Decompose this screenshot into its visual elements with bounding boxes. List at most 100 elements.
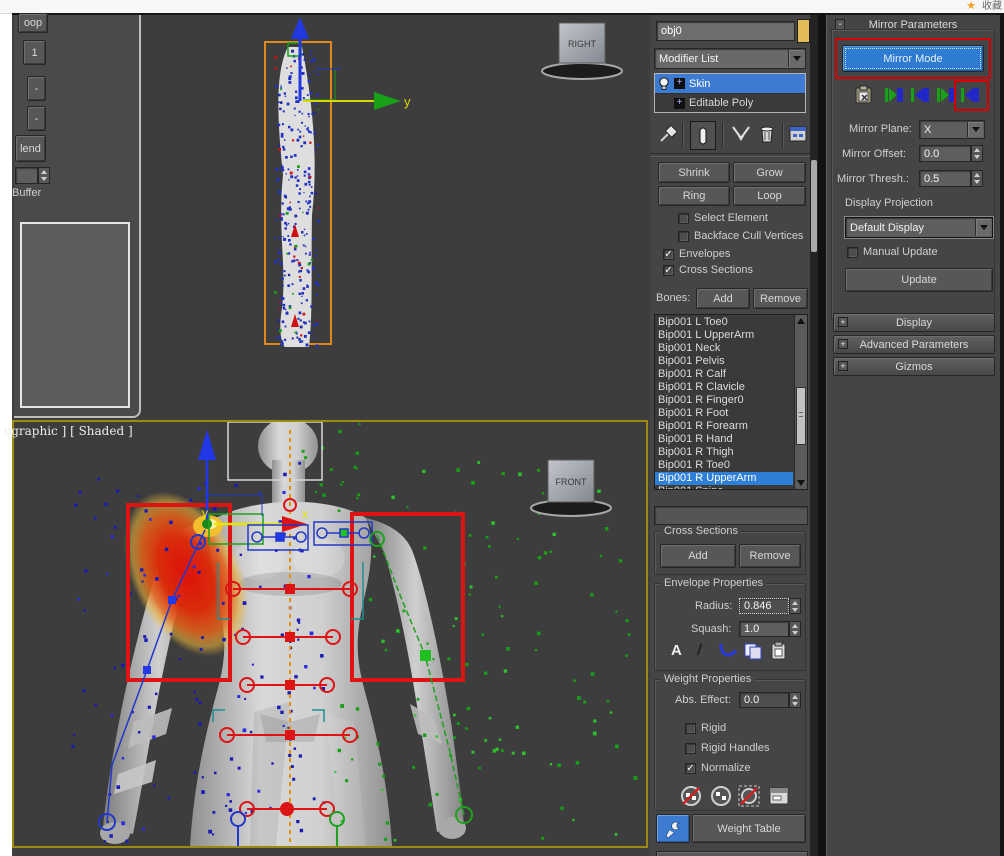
bone-list-item[interactable]: Bip001 R UpperArm bbox=[655, 472, 793, 485]
mirror-mode-button[interactable]: Mirror Mode bbox=[842, 45, 984, 72]
bone-list-item[interactable]: Bip001 Neck bbox=[655, 342, 793, 355]
viewcube-right[interactable]: RIGHT bbox=[542, 23, 622, 79]
bone-list-item[interactable]: Bip001 R Forearm bbox=[655, 420, 793, 433]
dialog-button-minus-2[interactable]: - bbox=[27, 106, 46, 131]
pin-stack-icon[interactable] bbox=[658, 124, 678, 144]
copy-icon[interactable] bbox=[743, 642, 763, 660]
panel-scrollbar[interactable] bbox=[810, 15, 818, 856]
bone-name-field[interactable] bbox=[654, 506, 808, 525]
backface-cull-checkbox[interactable]: Backface Cull Vertices bbox=[678, 230, 803, 242]
update-button[interactable]: Update bbox=[845, 268, 993, 292]
viewcube-front[interactable]: FRONT bbox=[531, 460, 611, 516]
radius-spinner[interactable] bbox=[789, 598, 801, 614]
rollout-gizmos[interactable]: +Gizmos bbox=[833, 357, 995, 376]
viewport-front[interactable]: y x bbox=[12, 420, 648, 848]
include-verts-icon[interactable] bbox=[709, 784, 733, 808]
bones-remove-button[interactable]: Remove bbox=[753, 288, 808, 309]
radius-field[interactable]: 0.846 bbox=[739, 598, 789, 614]
dialog-spinner-field[interactable] bbox=[15, 167, 38, 184]
panel-scrollbar-thumb[interactable] bbox=[811, 160, 817, 252]
squash-spinner[interactable] bbox=[789, 621, 801, 637]
rigid-handles-checkbox[interactable]: Rigid Handles bbox=[685, 742, 769, 754]
manual-update-checkbox[interactable]: Manual Update bbox=[847, 246, 938, 258]
make-unique-icon[interactable] bbox=[730, 124, 752, 144]
mirror-thresh-field[interactable]: 0.5 bbox=[919, 170, 971, 187]
lightbulb-icon[interactable] bbox=[658, 77, 670, 91]
scrollbar-thumb[interactable] bbox=[796, 387, 806, 445]
bone-list-item[interactable]: Bip001 R Hand bbox=[655, 433, 793, 446]
cs-add-button[interactable]: Add bbox=[660, 544, 736, 568]
modifier-list-dropdown[interactable]: Modifier List bbox=[654, 48, 806, 69]
bone-list-item[interactable]: Bip001 R Foot bbox=[655, 407, 793, 420]
bone-list-item[interactable]: Bip001 R Calf bbox=[655, 368, 793, 381]
bake-weights-icon[interactable] bbox=[767, 784, 791, 808]
mirror-plane-arrow-icon[interactable] bbox=[967, 122, 983, 137]
bones-add-button[interactable]: Add bbox=[696, 288, 750, 309]
bone-list-item[interactable]: Bip001 L Toe0 bbox=[655, 316, 793, 329]
modifier-list-arrow-icon[interactable] bbox=[788, 50, 804, 67]
mirror-thresh-spinner[interactable] bbox=[971, 170, 983, 187]
remove-modifier-icon[interactable] bbox=[758, 123, 776, 145]
expand-icon[interactable]: + bbox=[838, 339, 848, 349]
bone-list-item[interactable]: Bip001 R Toe0 bbox=[655, 459, 793, 472]
expand-icon[interactable]: + bbox=[838, 317, 848, 327]
dialog-spinner[interactable] bbox=[38, 167, 50, 184]
scroll-up-icon[interactable] bbox=[797, 318, 805, 324]
expand-box-icon[interactable]: + bbox=[674, 78, 685, 89]
viewport-label[interactable]: ographic ] [ Shaded ] bbox=[4, 424, 133, 438]
dialog-button-1[interactable]: 1 bbox=[23, 40, 46, 65]
select-excluded-verts-icon[interactable] bbox=[737, 784, 761, 808]
paste-icon[interactable] bbox=[769, 641, 789, 661]
expand-icon[interactable]: + bbox=[838, 361, 848, 371]
stack-row-skin[interactable]: + Skin bbox=[655, 74, 805, 94]
viewport-right[interactable]: y RIGHT bbox=[141, 15, 650, 419]
cs-remove-button[interactable]: Remove bbox=[739, 544, 801, 568]
bookmark-label[interactable]: 收藏 bbox=[982, 1, 1002, 12]
dialog-button-minus-1[interactable]: - bbox=[27, 76, 46, 101]
paste-blue-to-green-bones-icon[interactable] bbox=[911, 86, 929, 104]
mirror-offset-field[interactable]: 0.0 bbox=[919, 145, 971, 162]
object-color-swatch[interactable] bbox=[797, 19, 810, 43]
object-name-field[interactable]: obj0 bbox=[656, 21, 795, 41]
bone-list-item[interactable]: Bip001 L UpperArm bbox=[655, 329, 793, 342]
dialog-button-loop[interactable]: oop bbox=[18, 13, 48, 33]
envelopes-checkbox[interactable]: ✓Envelopes bbox=[663, 248, 730, 260]
paste-green-to-blue-verts-icon[interactable] bbox=[937, 86, 955, 104]
rollout-advanced-parameters[interactable]: +Advanced Parameters bbox=[833, 335, 995, 354]
bones-scrollbar[interactable] bbox=[794, 315, 807, 489]
select-element-checkbox[interactable]: Select Element bbox=[678, 212, 768, 224]
cross-sections-checkbox[interactable]: ✓Cross Sections bbox=[663, 264, 753, 276]
curve-icon[interactable] bbox=[717, 642, 739, 662]
expand-box-icon[interactable]: + bbox=[674, 98, 685, 109]
bone-list-item[interactable]: Bip001 Spine bbox=[655, 485, 793, 490]
show-end-result-button[interactable] bbox=[690, 121, 716, 150]
falloff-icon[interactable]: / bbox=[696, 642, 703, 660]
paste-clipboard-icon[interactable] bbox=[853, 85, 875, 105]
abs-effect-field[interactable]: 0.0 bbox=[739, 692, 789, 708]
scroll-down-icon[interactable] bbox=[797, 480, 805, 486]
paste-green-to-blue-bones-icon[interactable] bbox=[885, 86, 903, 104]
display-projection-dropdown[interactable]: Default Display bbox=[845, 217, 993, 238]
weight-tool-button[interactable] bbox=[656, 814, 690, 843]
squash-field[interactable]: 1.0 bbox=[739, 621, 789, 637]
grow-button[interactable]: Grow bbox=[733, 162, 806, 183]
loop-button[interactable]: Loop bbox=[733, 186, 806, 206]
mirror-plane-dropdown[interactable]: X bbox=[919, 120, 985, 139]
bone-list-item[interactable]: Bip001 R Thigh bbox=[655, 446, 793, 459]
bone-list-item[interactable]: Bip001 Pelvis bbox=[655, 355, 793, 368]
rigid-checkbox[interactable]: Rigid bbox=[685, 722, 726, 734]
configure-modifier-sets-icon[interactable] bbox=[788, 124, 808, 144]
bone-list-item[interactable]: Bip001 R Finger0 bbox=[655, 394, 793, 407]
absolute-effect-icon[interactable]: A bbox=[671, 642, 682, 659]
bone-list-item[interactable]: Bip001 R Clavicle bbox=[655, 381, 793, 394]
abs-effect-spinner[interactable] bbox=[789, 692, 801, 708]
rollout-display[interactable]: +Display bbox=[833, 313, 995, 332]
weight-table-button[interactable]: Weight Table bbox=[692, 814, 806, 843]
exclude-verts-icon[interactable] bbox=[679, 784, 703, 808]
mirror-offset-spinner[interactable] bbox=[971, 145, 983, 162]
dialog-button-blend[interactable]: lend bbox=[15, 135, 46, 162]
shrink-button[interactable]: Shrink bbox=[658, 162, 730, 183]
stack-row-editable-poly[interactable]: + Editable Poly bbox=[655, 94, 805, 112]
normalize-checkbox[interactable]: ✓Normalize bbox=[685, 762, 751, 774]
bookmark-star-icon[interactable]: ★ bbox=[966, 0, 976, 12]
